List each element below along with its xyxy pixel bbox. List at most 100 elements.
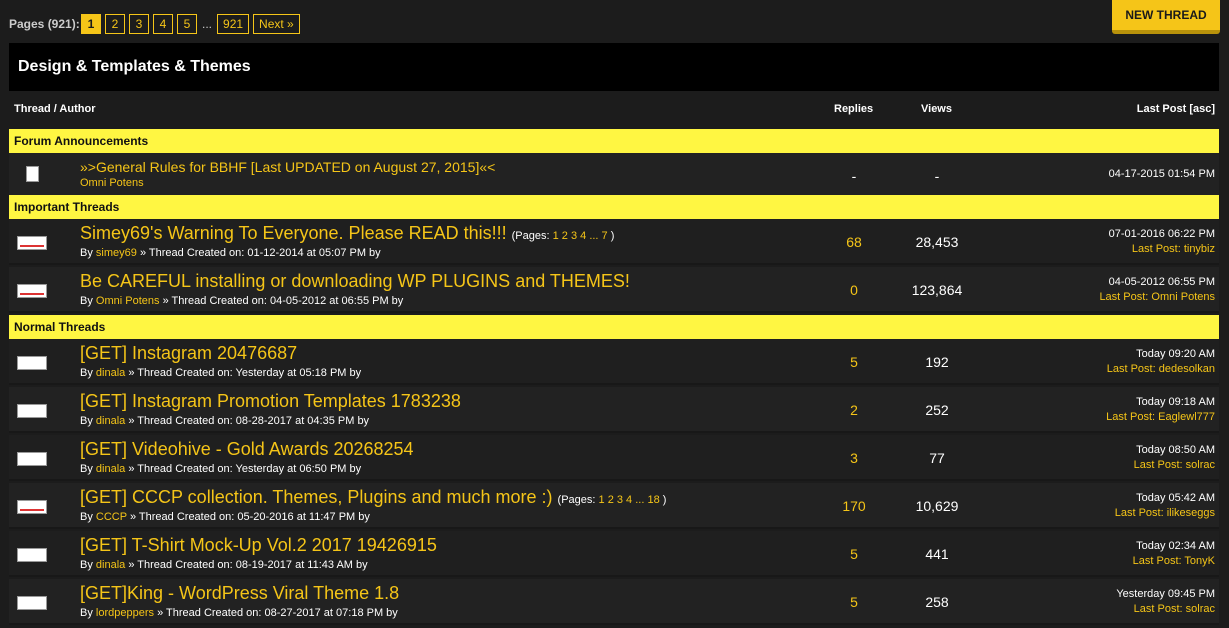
thread-row: [GET] Instagram 20476687 By dinala » Thr… <box>9 339 1219 385</box>
thread-icon <box>17 356 47 370</box>
thread-icon <box>17 404 47 418</box>
thread-byline: By dinala » Thread Created on: 08-19-201… <box>80 559 368 571</box>
thread-row: [GET] T-Shirt Mock-Up Vol.2 2017 1942691… <box>9 531 1219 577</box>
next-page-link[interactable]: Next » <box>253 14 300 34</box>
thread-author[interactable]: dinala <box>96 367 125 379</box>
last-post-user[interactable]: Last Post: tinybiz <box>1132 243 1215 255</box>
thread-last-post: Today 05:42 AM Last Post: ilikeseggs <box>1115 491 1215 521</box>
pages-label: Pages (921): <box>9 17 80 31</box>
thread-pages: (Pages: 1 2 3 4 ... 18 ) <box>558 494 667 506</box>
thread-last-post: Today 08:50 AM Last Post: solrac <box>1134 443 1215 473</box>
new-thread-button[interactable]: NEW THREAD <box>1112 0 1220 34</box>
thread-byline: By dinala » Thread Created on: Yesterday… <box>80 367 362 379</box>
thread-title[interactable]: [GET] Instagram 20476687 <box>80 343 297 364</box>
thread-views: 258 <box>925 594 949 610</box>
thread-title[interactable]: »>General Rules for BBHF [Last UPDATED o… <box>80 159 495 175</box>
last-post-time: 04-05-2012 06:55 PM <box>1108 276 1215 288</box>
thread-author[interactable]: CCCP <box>96 511 127 523</box>
thread-byline: By dinala » Thread Created on: Yesterday… <box>80 463 362 475</box>
thread-title[interactable]: [GET]King - WordPress Viral Theme 1.8 <box>80 583 399 604</box>
thread-row: [GET] Instagram Promotion Templates 1783… <box>9 387 1219 433</box>
thread-last-post: Today 09:18 AM Last Post: Eaglewl777 <box>1106 395 1215 425</box>
thread-byline: By dinala » Thread Created on: 08-28-201… <box>80 415 370 427</box>
thread-author[interactable]: dinala <box>96 559 125 571</box>
last-post-time: Today 05:42 AM <box>1136 492 1215 504</box>
section-normal-threads: Normal Threads <box>9 315 1219 339</box>
thread-author[interactable]: dinala <box>96 415 125 427</box>
thread-created: » Thread Created on: 04-05-2012 at 06:55… <box>162 295 404 307</box>
thread-row: [GET] CCCP collection. Themes, Plugins a… <box>9 483 1219 529</box>
thread-author[interactable]: lordpeppers <box>96 607 154 619</box>
last-post-user[interactable]: Last Post: solrac <box>1134 603 1215 615</box>
thread-last-post: 04-17-2015 01:54 PM <box>1109 167 1215 182</box>
section-forum-announcements: Forum Announcements <box>9 129 1219 153</box>
forum-page: Pages (921): 1 2 3 4 5 ... 921 Next » NE… <box>0 0 1229 628</box>
thread-created: » Thread Created on: Yesterday at 06:50 … <box>128 463 362 475</box>
thread-views: 441 <box>925 546 949 562</box>
thread-last-post: Today 02:34 AM Last Post: TonyK <box>1133 539 1215 569</box>
thread-icon <box>17 452 47 466</box>
last-post-user[interactable]: Last Post: solrac <box>1134 459 1215 471</box>
thread-byline: By lordpeppers » Thread Created on: 08-2… <box>80 607 398 619</box>
page-link-3[interactable]: 3 <box>129 14 149 34</box>
thread-views: - <box>934 168 940 184</box>
thread-created: » Thread Created on: Yesterday at 05:18 … <box>128 367 362 379</box>
thread-hot-icon <box>17 236 47 250</box>
col-replies[interactable]: Replies <box>834 103 873 115</box>
last-post-user[interactable]: Last Post: ilikeseggs <box>1115 507 1215 519</box>
last-post-time: Today 02:34 AM <box>1136 540 1215 552</box>
thread-views: 252 <box>925 402 949 418</box>
page-link-2[interactable]: 2 <box>105 14 125 34</box>
thread-pages-label: (Pages: <box>557 494 596 506</box>
last-post-time: Yesterday 09:45 PM <box>1116 588 1215 600</box>
thread-title[interactable]: [GET] Videohive - Gold Awards 20268254 <box>80 439 414 460</box>
thread-byline: By simey69 » Thread Created on: 01-12-20… <box>80 247 381 259</box>
last-post-time: Today 09:18 AM <box>1136 396 1215 408</box>
thread-views: 10,629 <box>915 498 959 514</box>
last-post-user[interactable]: Last Post: Eaglewl777 <box>1106 411 1215 423</box>
last-post-user[interactable]: Last Post: TonyK <box>1133 555 1215 567</box>
page-link-last[interactable]: 921 <box>217 14 250 34</box>
thread-views: 192 <box>925 354 949 370</box>
thread-last-post: 04-05-2012 06:55 PM Last Post: Omni Poten… <box>1099 275 1215 305</box>
pagination: 1 2 3 4 5 ... 921 Next » <box>81 14 300 34</box>
page-link-5[interactable]: 5 <box>177 14 197 34</box>
pagination-ellipsis: ... <box>202 17 213 31</box>
thread-icon <box>17 596 47 610</box>
page-link-1[interactable]: 1 <box>81 14 101 34</box>
last-post-user[interactable]: Last Post: Omni Potens <box>1099 291 1215 303</box>
col-thread-author[interactable]: Thread / Author <box>14 103 95 115</box>
thread-last-post: Yesterday 09:45 PM Last Post: solrac <box>1116 587 1215 617</box>
col-views[interactable]: Views <box>921 103 952 115</box>
thread-created: » Thread Created on: 08-19-2017 at 11:43… <box>128 559 368 571</box>
thread-last-post: 07-01-2016 06:22 PM Last Post: tinybiz <box>1109 227 1215 257</box>
thread-pages: (Pages: 1 2 3 4 ... 7 ) <box>512 230 615 242</box>
thread-author[interactable]: Omni Potens <box>80 177 144 189</box>
thread-page-links[interactable]: 1 2 3 4 ... 18 <box>599 494 660 506</box>
last-post-time: 04-17-2015 01:54 PM <box>1108 168 1215 180</box>
thread-byline: By CCCP » Thread Created on: 05-20-2016 … <box>80 511 370 523</box>
thread-title[interactable]: [GET] Instagram Promotion Templates 1783… <box>80 391 461 412</box>
thread-page-links[interactable]: 1 2 3 4 ... 7 <box>553 230 608 242</box>
thread-title: Simey69's Warning To Everyone. Please RE… <box>80 223 614 244</box>
thread-author[interactable]: Omni Potens <box>96 295 160 307</box>
thread-row: »>General Rules for BBHF [Last UPDATED o… <box>9 153 1219 199</box>
section-important-threads: Important Threads <box>9 195 1219 219</box>
thread-title-link[interactable]: [GET] CCCP collection. Themes, Plugins a… <box>80 487 553 507</box>
thread-author[interactable]: dinala <box>96 463 125 475</box>
last-post-user[interactable]: Last Post: dedesolkan <box>1107 363 1215 375</box>
thread-created: » Thread Created on: 05-20-2016 at 11:47… <box>129 511 370 523</box>
col-last-post[interactable]: Last Post [asc] <box>1137 103 1215 115</box>
thread-created: » Thread Created on: 08-27-2017 at 07:18… <box>157 607 398 619</box>
thread-pages-close: ) <box>610 230 615 242</box>
thread-last-post: Today 09:20 AM Last Post: dedesolkan <box>1107 347 1215 377</box>
page-link-4[interactable]: 4 <box>153 14 173 34</box>
thread-views: 28,453 <box>915 234 959 250</box>
thread-author[interactable]: simey69 <box>96 247 137 259</box>
thread-byline: By Omni Potens » Thread Created on: 04-0… <box>80 295 404 307</box>
thread-title[interactable]: [GET] T-Shirt Mock-Up Vol.2 2017 1942691… <box>80 535 437 556</box>
thread-title[interactable]: Be CAREFUL installing or downloading WP … <box>80 271 630 292</box>
thread-title-link[interactable]: Simey69's Warning To Everyone. Please RE… <box>80 223 507 243</box>
thread-views: 77 <box>929 450 945 466</box>
thread-title: [GET] CCCP collection. Themes, Plugins a… <box>80 487 666 508</box>
